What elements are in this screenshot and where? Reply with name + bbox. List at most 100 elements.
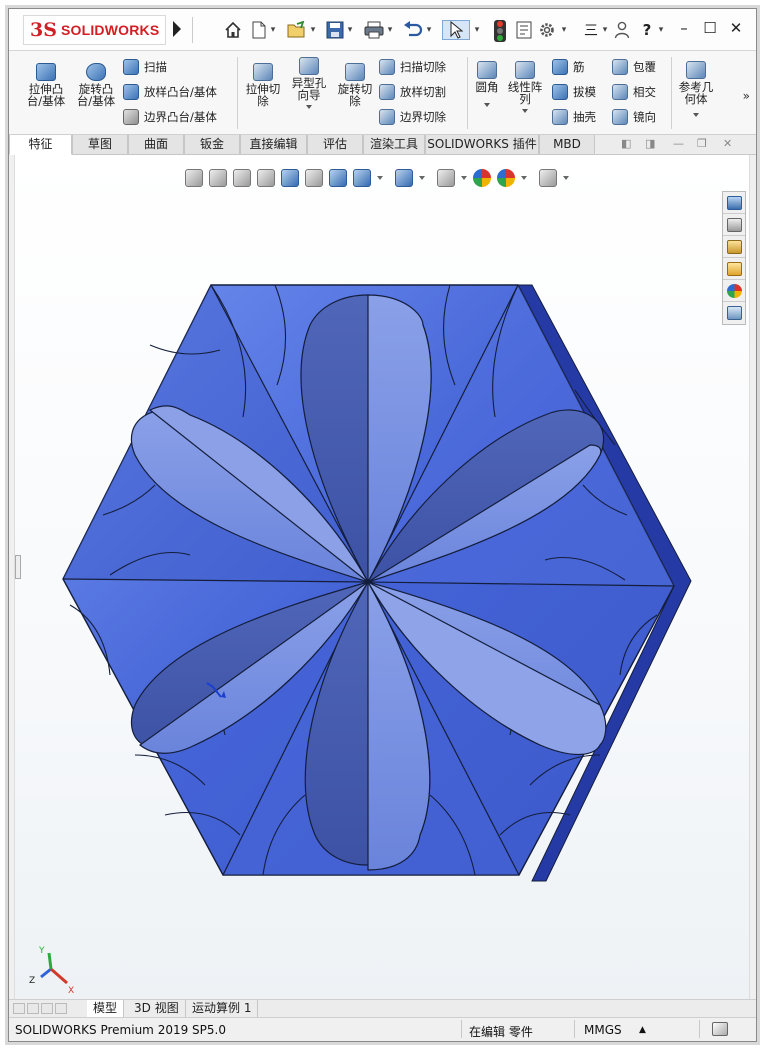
print-dropdown-icon[interactable]: ▾ bbox=[386, 20, 394, 40]
tab-surfaces[interactable]: 曲面 bbox=[128, 135, 184, 155]
menu-dropdown-icon[interactable]: ▾ bbox=[601, 20, 609, 40]
user-icon[interactable] bbox=[612, 20, 632, 40]
help-icon[interactable]: ? bbox=[637, 20, 657, 40]
tab-motion-study-1[interactable]: 运动算例 1 bbox=[186, 1000, 259, 1017]
new-file-icon[interactable] bbox=[249, 20, 269, 40]
home-icon[interactable] bbox=[223, 20, 243, 40]
intersect-icon bbox=[612, 84, 628, 100]
unit-system-arrow-icon[interactable]: ▲ bbox=[639, 1025, 646, 1035]
help-dropdown-icon[interactable]: ▾ bbox=[657, 20, 665, 40]
mirror-icon bbox=[612, 109, 628, 125]
lofted-cut-button[interactable]: 放样切割 bbox=[379, 84, 446, 100]
pane-close-icon[interactable]: ✕ bbox=[723, 137, 732, 150]
pane-minimize-icon[interactable]: — bbox=[673, 137, 684, 150]
options-gear-icon[interactable] bbox=[537, 20, 557, 40]
tab-features[interactable]: 特征 bbox=[9, 135, 72, 155]
rebuild-traffic-light-icon[interactable] bbox=[494, 20, 506, 42]
swept-boss-button[interactable]: 扫描 bbox=[123, 59, 167, 75]
swept-boss-label: 扫描 bbox=[144, 60, 167, 74]
hole-wizard-button[interactable]: 异型孔 向导 bbox=[285, 57, 333, 109]
logo-text: SOLIDWORKS bbox=[60, 22, 160, 38]
shell-button[interactable]: 抽壳 bbox=[552, 109, 596, 125]
extruded-boss-icon bbox=[36, 63, 56, 81]
tab-mbd[interactable]: MBD bbox=[539, 135, 595, 155]
tab-scroll-prev-icon[interactable] bbox=[27, 1003, 39, 1014]
swept-cut-button[interactable]: 扫描切除 bbox=[379, 59, 446, 75]
print-icon[interactable] bbox=[364, 20, 384, 40]
quick-tips-icon[interactable] bbox=[712, 1022, 728, 1036]
pane-back-icon[interactable]: ◧ bbox=[621, 137, 631, 150]
revolved-cut-button[interactable]: 旋转切 除 bbox=[331, 63, 379, 107]
extruded-boss-button[interactable]: 拉伸凸 台/基体 bbox=[21, 63, 71, 107]
linear-pattern-dropdown-icon[interactable] bbox=[522, 109, 528, 113]
swept-cut-label: 扫描切除 bbox=[400, 60, 446, 74]
select-arrow-icon[interactable] bbox=[442, 20, 470, 40]
menu-expand-icon[interactable] bbox=[173, 21, 181, 37]
solidworks-logo[interactable]: 3S SOLIDWORKS bbox=[23, 15, 167, 45]
save-icon[interactable] bbox=[325, 20, 345, 40]
tab-sketch[interactable]: 草图 bbox=[72, 135, 128, 155]
extruded-cut-icon bbox=[253, 63, 273, 81]
new-file-dropdown-icon[interactable]: ▾ bbox=[269, 20, 277, 40]
wrap-icon bbox=[612, 59, 628, 75]
reference-geometry-dropdown-icon[interactable] bbox=[693, 113, 699, 117]
tab-scroll-next-icon[interactable] bbox=[41, 1003, 53, 1014]
hole-wizard-dropdown-icon[interactable] bbox=[306, 105, 312, 109]
wrap-button[interactable]: 包覆 bbox=[612, 59, 656, 75]
pane-restore-icon[interactable]: ❐ bbox=[697, 137, 707, 150]
revolved-boss-button[interactable]: 旋转凸 台/基体 bbox=[71, 63, 121, 107]
triad-y-label: Y bbox=[38, 946, 45, 956]
boundary-cut-button[interactable]: 边界切除 bbox=[379, 109, 446, 125]
lofted-boss-button[interactable]: 放样凸台/基体 bbox=[123, 84, 217, 100]
tab-scroll-last-icon[interactable] bbox=[55, 1003, 67, 1014]
shell-icon bbox=[552, 109, 568, 125]
maximize-button[interactable]: ☐ bbox=[701, 19, 719, 37]
open-file-icon[interactable] bbox=[287, 20, 307, 40]
tab-sheet-metal[interactable]: 钣金 bbox=[184, 135, 240, 155]
revolved-boss-icon bbox=[86, 63, 106, 81]
close-button[interactable]: ✕ bbox=[727, 19, 745, 37]
fillet-dropdown-icon[interactable] bbox=[484, 103, 490, 107]
tab-scroll-first-icon[interactable] bbox=[13, 1003, 25, 1014]
pane-forward-icon[interactable]: ◨ bbox=[645, 137, 655, 150]
draft-button[interactable]: 拔模 bbox=[552, 84, 596, 100]
intersect-button[interactable]: 相交 bbox=[612, 84, 656, 100]
file-properties-icon[interactable] bbox=[514, 20, 534, 40]
unit-system[interactable]: MMGS bbox=[584, 1023, 622, 1037]
undo-icon[interactable] bbox=[403, 20, 423, 40]
linear-pattern-label-2: 列 bbox=[519, 92, 531, 106]
boundary-boss-button[interactable]: 边界凸台/基体 bbox=[123, 109, 217, 125]
reference-geometry-button[interactable]: 参考几 何体 bbox=[673, 61, 719, 117]
select-dropdown-icon[interactable]: ▾ bbox=[473, 20, 481, 40]
command-manager-tabs: 特征 草图 曲面 钣金 直接编辑 评估 渲染工具 SOLIDWORKS 插件 M… bbox=[9, 135, 756, 155]
draft-label: 拔模 bbox=[573, 85, 596, 99]
options-dropdown-icon[interactable]: ▾ bbox=[560, 20, 568, 40]
triad-x-label: X bbox=[68, 986, 74, 995]
linear-pattern-button[interactable]: 线性阵 列 bbox=[503, 61, 547, 113]
save-dropdown-icon[interactable]: ▾ bbox=[346, 20, 354, 40]
ds-logo-mark: 3S bbox=[30, 19, 57, 41]
fillet-button[interactable]: 圆角 bbox=[467, 61, 507, 107]
hexagon-flower-part[interactable] bbox=[15, 155, 750, 999]
command-manager: 拉伸凸 台/基体 旋转凸 台/基体 扫描 放样凸台/基体 边界凸台/基体 拉伸切… bbox=[9, 51, 756, 135]
menu-icon[interactable]: 三 bbox=[581, 20, 601, 40]
mirror-button[interactable]: 镜向 bbox=[612, 109, 656, 125]
ribbon-more-icon[interactable]: » bbox=[743, 89, 750, 103]
tab-solidworks-addins[interactable]: SOLIDWORKS 插件 bbox=[425, 135, 539, 155]
reference-geometry-icon bbox=[686, 61, 706, 79]
triad-z-label: Z bbox=[29, 976, 35, 986]
tab-model[interactable]: 模型 bbox=[87, 1000, 125, 1017]
open-file-dropdown-icon[interactable]: ▾ bbox=[309, 20, 317, 40]
extruded-cut-button[interactable]: 拉伸切 除 bbox=[239, 63, 287, 107]
rib-button[interactable]: 筋 bbox=[552, 59, 585, 75]
tab-direct-editing[interactable]: 直接编辑 bbox=[240, 135, 307, 155]
tab-evaluate[interactable]: 评估 bbox=[307, 135, 363, 155]
undo-dropdown-icon[interactable]: ▾ bbox=[425, 20, 433, 40]
swept-boss-icon bbox=[123, 59, 139, 75]
tab-render-tools[interactable]: 渲染工具 bbox=[363, 135, 425, 155]
minimize-button[interactable]: – bbox=[675, 19, 693, 37]
tab-3d-views[interactable]: 3D 视图 bbox=[128, 1000, 186, 1017]
fillet-icon bbox=[477, 61, 497, 79]
shell-label: 抽壳 bbox=[573, 110, 596, 124]
graphics-area[interactable]: Z X Y bbox=[14, 155, 750, 999]
